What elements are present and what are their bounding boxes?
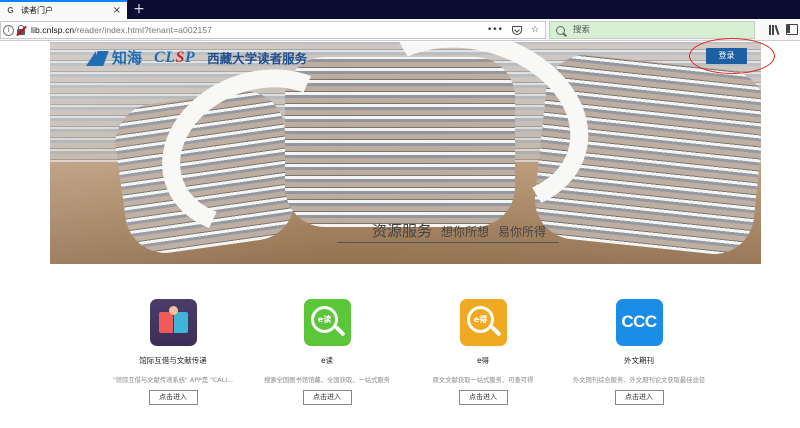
brand-english-part: S (175, 48, 185, 66)
search-input[interactable] (573, 25, 743, 35)
brand-english-part: P (184, 48, 196, 66)
new-tab-plus-icon[interactable]: + (129, 0, 149, 19)
tab-reader-portal[interactable]: G 读者门户 × (0, 0, 127, 19)
enter-button[interactable]: 点击进入 (148, 390, 198, 405)
url-bar[interactable]: i lib.cnlsp.cn/reader/index.html?tenant=… (0, 21, 546, 39)
ill-icon[interactable] (149, 299, 197, 346)
service-card-edoc: e得 e得 原文文献获取一站式服务、可查可得 点击进入 (399, 299, 567, 405)
service-title: e得 (476, 356, 490, 365)
tab-title: 读者门户 (21, 6, 53, 15)
annotation-circle (689, 38, 775, 74)
service-description: 搜索全国图书馆馆藏、全国获取、一站式服务 (264, 377, 390, 384)
eread-icon[interactable]: e读 (303, 299, 351, 346)
service-title: e读 (320, 356, 334, 365)
service-card-foreign-journals: CCC 外文期刊 外文期刊综合服务、外文期刊论文获取最佳途径 点击进入 (555, 299, 723, 405)
slogan-divider (337, 242, 559, 243)
url-text[interactable]: lib.cnlsp.cn/reader/index.html?tenant=a0… (31, 25, 212, 35)
bookmark-star-icon[interactable]: ☆ (531, 24, 539, 36)
icon-label: e得 (473, 315, 488, 324)
site-logo[interactable]: 知海 CLSP 西藏大学读者服务 (86, 47, 307, 68)
insecure-lock-icon[interactable] (16, 24, 27, 36)
brand-english: CLSP (154, 49, 195, 67)
clsp-logo-icon (86, 49, 108, 67)
icon-label: CCC (621, 312, 657, 331)
ccc-icon[interactable]: CCC (615, 299, 663, 346)
org-name: 西藏大学读者服务 (207, 51, 308, 66)
service-description: 外文期刊综合服务、外文期刊论文获取最佳途径 (572, 377, 706, 384)
sidebar-toggle-icon[interactable] (786, 24, 798, 35)
info-icon[interactable]: i (3, 24, 14, 36)
enter-button[interactable]: 点击进入 (458, 390, 508, 405)
service-description: 原文文献获取一站式服务、可查可得 (432, 377, 534, 384)
slogan-sub: 易你所得 (498, 225, 547, 239)
pocket-icon[interactable] (511, 26, 522, 35)
navigation-bar: i lib.cnlsp.cn/reader/index.html?tenant=… (0, 19, 800, 41)
service-card-eread: e读 e读 搜索全国图书馆馆藏、全国获取、一站式服务 点击进入 (243, 299, 411, 405)
slogan-sub: 想你所想 (441, 225, 490, 239)
brand-english-part: CL (154, 48, 176, 66)
url-host: lib.cnlsp.cn (31, 25, 75, 35)
url-path: /reader/index.html?tenant=a002157 (74, 25, 212, 35)
hero-slogan: 资源服务 想你所想 易你所得 (372, 220, 546, 241)
search-bar[interactable] (549, 21, 755, 39)
site-favicon-icon: G (7, 6, 14, 15)
close-icon[interactable]: × (113, 4, 121, 17)
tab-strip: G 读者门户 × + (0, 0, 800, 19)
icon-label: e读 (317, 315, 332, 324)
url-actions: ••• ☆ (487, 24, 539, 36)
search-icon (556, 25, 565, 35)
more-actions-icon[interactable]: ••• (487, 24, 503, 36)
edoc-icon[interactable]: e得 (459, 299, 507, 346)
brand-chinese: 知海 (112, 49, 143, 67)
slogan-main: 资源服务 (372, 222, 433, 240)
page-content: 知海 CLSP 西藏大学读者服务 登录 资源服务 想你所想 易你所得 馆际互借与… (0, 42, 800, 428)
service-title: 馆际互借与文献传递 (139, 356, 207, 365)
enter-button[interactable]: 点击进入 (302, 390, 352, 405)
enter-button[interactable]: 点击进入 (614, 390, 664, 405)
library-icon[interactable] (768, 24, 780, 36)
service-card-ill: 馆际互借与文献传递 "馆际互借与文献传递系统" APP是 "CALI... 点击… (89, 299, 257, 405)
service-description: "馆际互借与文献传递系统" APP是 "CALI... (112, 377, 234, 384)
service-title: 外文期刊 (624, 356, 654, 365)
